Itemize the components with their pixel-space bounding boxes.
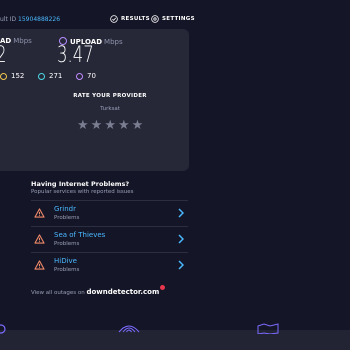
speed-nav-icon[interactable] — [0, 324, 6, 334]
service-name[interactable]: HiDive — [54, 257, 77, 265]
service-name[interactable]: Grindr — [54, 205, 76, 213]
settings-button[interactable]: SETTINGS — [151, 15, 195, 23]
view-all-outages-link[interactable]: View all outages on downdetector.com — [31, 285, 166, 296]
result-id: ult ID 15904888226 — [0, 16, 60, 23]
provider-name: Turksat — [100, 106, 120, 112]
problems-subtitle: Popular services with reported issues — [31, 189, 134, 195]
download-value: 2 — [0, 43, 7, 68]
warning-icon — [34, 234, 45, 244]
service-status: Problems — [54, 215, 80, 221]
results-card — [0, 29, 189, 171]
download-latency-value: 271 — [49, 72, 63, 80]
outage-row[interactable]: Grindr Problems — [31, 200, 188, 227]
star-icon[interactable]: ★ — [77, 119, 89, 132]
service-status: Problems — [54, 241, 80, 247]
outage-row[interactable]: HiDive Problems — [31, 252, 188, 279]
view-all-text: View all outages on — [31, 290, 85, 296]
ping-item: 152 — [0, 72, 24, 80]
chevron-right-icon[interactable] — [178, 208, 184, 218]
warning-icon — [34, 208, 45, 218]
warning-icon — [34, 260, 45, 270]
outage-row[interactable]: Sea of Thieves Problems — [31, 226, 188, 253]
wifi-signal-icon[interactable] — [116, 322, 142, 334]
results-label: RESULTS — [121, 16, 150, 22]
upload-value: 3.47 — [57, 43, 94, 68]
alert-dot-icon — [160, 285, 166, 290]
rate-provider-title: RATE YOUR PROVIDER — [73, 93, 147, 99]
result-id-link[interactable]: 15904888226 — [18, 16, 60, 23]
star-icon[interactable]: ★ — [118, 119, 130, 132]
upload-unit: Mbps — [104, 38, 123, 46]
service-status: Problems — [54, 267, 80, 273]
star-icon[interactable]: ★ — [132, 119, 144, 132]
settings-label: SETTINGS — [162, 16, 195, 22]
map-nav-icon[interactable] — [256, 322, 280, 334]
service-name[interactable]: Sea of Thieves — [54, 231, 105, 239]
download-latency-item: 271 — [38, 72, 62, 80]
star-icon[interactable]: ★ — [91, 119, 103, 132]
upload-latency-item: 70 — [76, 72, 96, 80]
problems-title: Having Internet Problems? — [31, 180, 130, 188]
latency-row: 152 271 70 — [0, 72, 190, 82]
chevron-right-icon[interactable] — [178, 260, 184, 270]
bottom-nav — [0, 330, 350, 350]
download-unit: Mbps — [13, 37, 32, 45]
ping-icon — [0, 72, 7, 80]
star-icon[interactable]: ★ — [104, 119, 116, 132]
results-button[interactable]: RESULTS — [110, 15, 150, 23]
upload-latency-value: 70 — [87, 72, 96, 80]
download-latency-icon — [38, 72, 45, 80]
gear-icon — [151, 15, 159, 23]
upload-latency-icon — [76, 72, 83, 80]
chevron-right-icon[interactable] — [178, 234, 184, 244]
downdetector-logo[interactable]: downdetector.com — [86, 288, 159, 296]
checkmark-circle-icon — [110, 15, 118, 23]
ping-value: 152 — [11, 72, 25, 80]
result-id-label: ult ID — [0, 16, 17, 23]
star-rating[interactable]: ★ ★ ★ ★ ★ — [77, 119, 145, 132]
